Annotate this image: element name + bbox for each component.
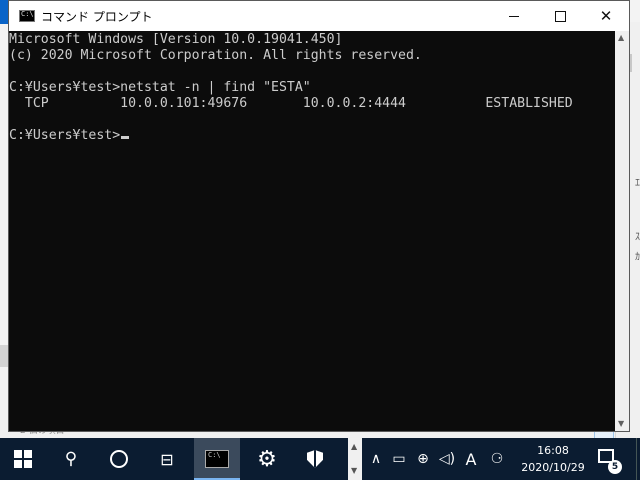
battery-icon: ▭ [392, 451, 406, 467]
show-desktop-button[interactable] [636, 438, 640, 480]
clock[interactable]: 16:08 2020/10/29 [515, 438, 591, 480]
text-cursor [121, 136, 130, 139]
tray-app-icon: ⚆ [490, 451, 504, 467]
background-scrollbar-bottom[interactable]: ▲ ▼ [348, 438, 362, 480]
shield-icon [307, 450, 323, 468]
battery-button[interactable]: ▭ [388, 438, 410, 480]
cmd-icon: C:\ [205, 450, 229, 468]
title-bar[interactable]: C:\ コマンド プロンプト ✕ [9, 1, 629, 31]
background-glyph: ｴ [635, 178, 640, 189]
console-prompt: C:¥Users¥test> [9, 128, 121, 143]
gear-icon: ⚙ [257, 446, 277, 472]
tray-app-button[interactable]: ⚆ [486, 438, 508, 480]
close-icon: ✕ [599, 7, 613, 25]
console-scrollbar[interactable]: ▲ ▼ [615, 31, 629, 431]
scroll-down-icon[interactable]: ▼ [351, 466, 357, 475]
maximize-button[interactable] [537, 1, 583, 31]
action-center-button[interactable]: 5 [596, 438, 626, 480]
taskbar-security[interactable] [292, 438, 338, 480]
background-glyph: ｶ [635, 252, 640, 263]
console-output[interactable]: Microsoft Windows [Version 10.0.19041.45… [9, 31, 615, 431]
clock-time: 16:08 [537, 444, 569, 457]
scroll-up-icon[interactable]: ▲ [618, 33, 624, 42]
cmd-icon-label: C:\ [208, 451, 221, 459]
circle-icon [110, 450, 128, 468]
search-icon: ⚲ [64, 449, 78, 469]
windows-logo-icon [14, 450, 32, 468]
cmd-icon: C:\ [19, 10, 35, 22]
task-view-icon: ⊟ [160, 449, 174, 469]
search-button[interactable]: ⚲ [48, 438, 94, 480]
notification-count-badge: 5 [608, 460, 622, 474]
minimize-icon [509, 16, 519, 17]
network-button[interactable]: ⊕ [412, 438, 434, 480]
scroll-down-icon[interactable]: ▼ [618, 419, 624, 428]
window-title: コマンド プロンプト [41, 10, 153, 24]
task-view-button[interactable]: ⊟ [144, 438, 190, 480]
ime-button[interactable]: A [460, 438, 482, 480]
scroll-thumb[interactable] [618, 45, 626, 417]
close-button[interactable]: ✕ [583, 1, 629, 31]
clock-date: 2020/10/29 [521, 461, 585, 474]
cmd-icon-label: C:\ [21, 10, 34, 18]
console-line: Microsoft Windows [Version 10.0.19041.45… [9, 32, 343, 47]
background-glyph: ｽ [635, 232, 640, 243]
command-prompt-window[interactable]: C:\ コマンド プロンプト ✕ Microsoft Windows [Vers… [8, 0, 630, 432]
minimize-button[interactable] [491, 1, 537, 31]
taskbar-settings[interactable]: ⚙ [244, 438, 290, 480]
scroll-up-icon[interactable]: ▲ [351, 442, 357, 451]
show-hidden-icons-button[interactable]: ∧ [366, 438, 386, 480]
maximize-icon [555, 11, 566, 22]
cortana-button[interactable] [96, 438, 142, 480]
start-button[interactable] [0, 438, 46, 480]
volume-icon: ◁) [438, 451, 456, 467]
taskbar: ⚲ ⊟ C:\ ⚙ ▲ ▼ ∧ ▭ ⊕ ◁) A ⚆ 16:08 2020/10… [0, 438, 640, 480]
chevron-up-icon: ∧ [370, 451, 382, 467]
taskbar-command-prompt[interactable]: C:\ [194, 438, 240, 480]
console-line: C:¥Users¥test>netstat -n | find "ESTA" [9, 80, 311, 95]
volume-button[interactable]: ◁) [436, 438, 458, 480]
ime-mode-icon: A [465, 449, 477, 469]
network-icon: ⊕ [417, 451, 429, 467]
console-line: (c) 2020 Microsoft Corporation. All righ… [9, 48, 422, 63]
console-prompt-line[interactable]: C:¥Users¥test> [9, 128, 130, 144]
background-window-accent [0, 0, 8, 24]
console-line: TCP 10.0.0.101:49676 10.0.0.2:4444 ESTAB… [9, 96, 573, 111]
